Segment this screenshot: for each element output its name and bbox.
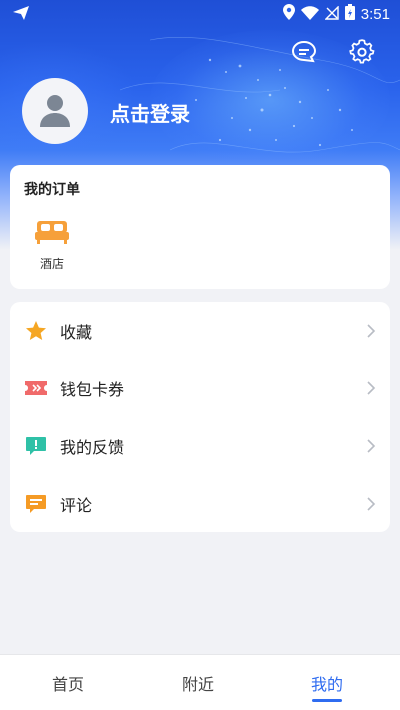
battery-icon	[344, 4, 355, 24]
menu-item-comments[interactable]: 评论	[10, 475, 390, 532]
menu-item-feedback[interactable]: 我的反馈	[10, 417, 390, 474]
tab-nearby[interactable]: 附近	[158, 671, 238, 695]
chevron-right-icon	[367, 496, 376, 511]
bottom-navigation: 首页 附近 我的	[0, 654, 400, 710]
menu-item-wallet[interactable]: 钱包卡券	[10, 359, 390, 416]
message-icon[interactable]	[290, 38, 318, 66]
star-icon	[24, 319, 48, 343]
status-time: 3:51	[360, 5, 390, 23]
bed-icon	[35, 221, 69, 249]
location-icon	[282, 4, 295, 24]
chevron-right-icon	[367, 380, 376, 395]
menu-card: 收藏 钱包卡券 我的反馈 评论	[10, 302, 390, 532]
orders-item-label: 酒店	[39, 257, 64, 271]
ticket-icon	[24, 376, 48, 400]
chevron-right-icon	[367, 323, 376, 338]
tab-mine[interactable]: 我的	[287, 671, 367, 695]
wifi-icon	[300, 5, 319, 24]
menu-item-favorites[interactable]: 收藏	[10, 302, 390, 359]
no-signal-icon	[324, 4, 339, 24]
my-orders-card: 我的订单 酒店	[10, 165, 390, 289]
login-link[interactable]: 点击登录	[110, 98, 190, 127]
comment-icon	[24, 492, 48, 516]
my-orders-title: 我的订单	[24, 182, 80, 198]
settings-gear-icon[interactable]	[348, 38, 376, 66]
chevron-right-icon	[367, 438, 376, 453]
feedback-icon	[24, 434, 48, 458]
send-icon	[12, 5, 30, 25]
orders-item-hotel[interactable]: 酒店	[32, 219, 72, 272]
menu-item-label: 我的反馈	[60, 437, 125, 457]
menu-item-label: 评论	[60, 495, 93, 515]
menu-item-label: 钱包卡券	[60, 379, 125, 399]
active-tab-indicator	[312, 699, 342, 702]
status-bar: 3:51	[0, 0, 400, 28]
avatar[interactable]	[22, 78, 88, 144]
tab-home[interactable]: 首页	[28, 671, 108, 695]
menu-item-label: 收藏	[60, 322, 93, 342]
